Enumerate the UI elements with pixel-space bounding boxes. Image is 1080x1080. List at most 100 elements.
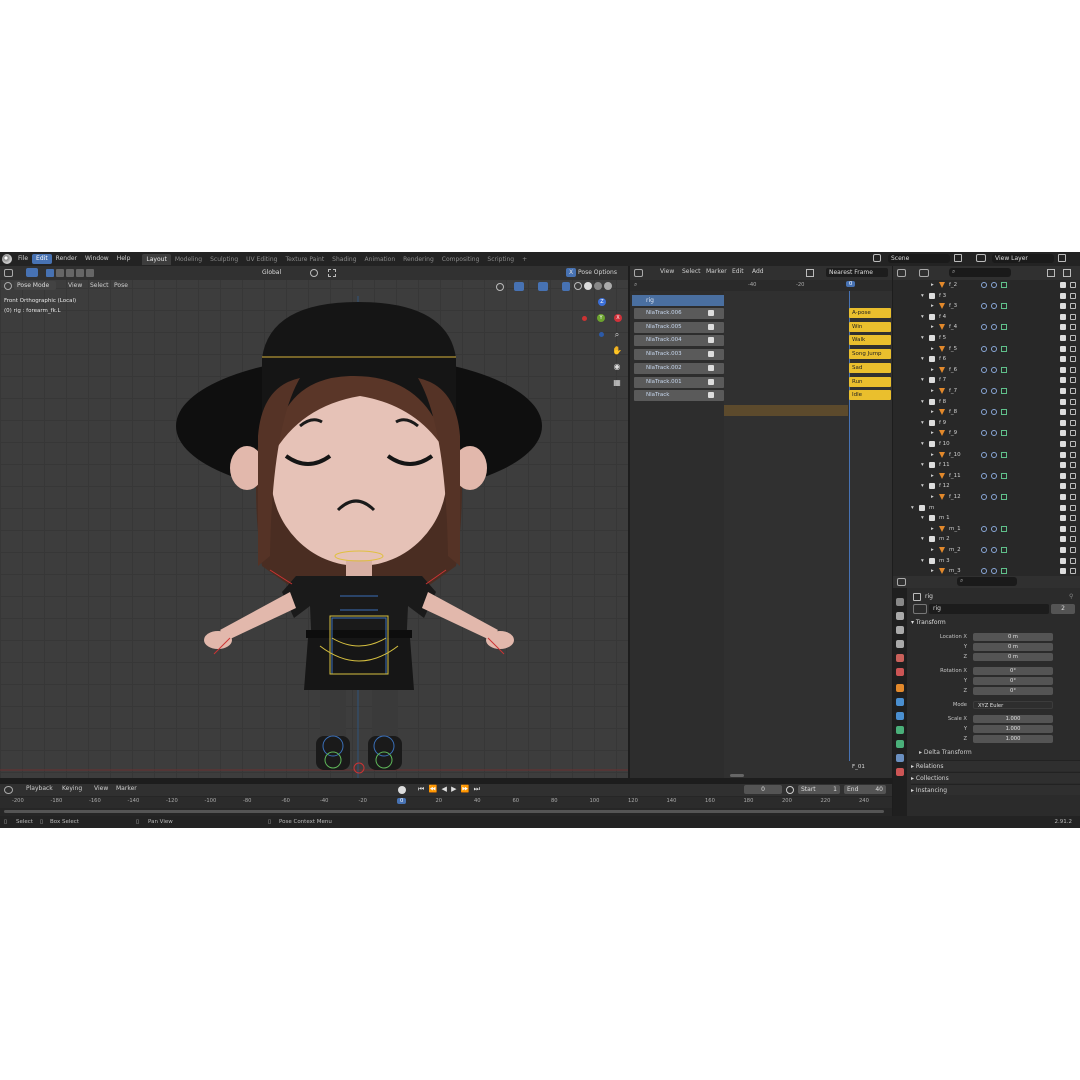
outliner-row[interactable]: ▸ f_6 bbox=[893, 365, 1080, 376]
exclude-checkbox[interactable] bbox=[1060, 366, 1066, 373]
expand-icon[interactable]: ▾ bbox=[921, 439, 924, 450]
tab-layout[interactable]: Layout bbox=[142, 253, 171, 265]
outliner-row[interactable]: ▾ m 1 bbox=[893, 513, 1080, 524]
properties-editor-type-icon[interactable] bbox=[897, 578, 906, 586]
collapse-icon[interactable]: ▸ bbox=[931, 280, 934, 291]
exclude-checkbox[interactable] bbox=[1060, 525, 1066, 532]
outliner-row[interactable]: ▸ f_7 bbox=[893, 386, 1080, 397]
outliner-row[interactable]: ▾ m 2 bbox=[893, 534, 1080, 545]
render-visibility-icon[interactable] bbox=[1070, 462, 1076, 469]
outliner-row[interactable]: ▾ f 6 bbox=[893, 354, 1080, 365]
collapse-icon[interactable]: ▸ bbox=[931, 428, 934, 439]
record-icon[interactable] bbox=[398, 786, 406, 794]
physics-tab-icon[interactable] bbox=[896, 726, 904, 734]
render-visibility-icon[interactable] bbox=[1070, 451, 1076, 458]
data-tab-icon[interactable] bbox=[896, 754, 904, 762]
scale-z-field[interactable]: 1.000 bbox=[973, 735, 1053, 743]
render-visibility-icon[interactable] bbox=[1070, 525, 1076, 532]
pin-icon[interactable]: ⚲ bbox=[1069, 593, 1073, 600]
3d-viewport[interactable]: Global X Pose Options Pose Mode View Sel… bbox=[0, 266, 628, 778]
tab-uv-editing[interactable]: UV Editing bbox=[242, 254, 281, 265]
instancing-panel[interactable]: ▸ Instancing bbox=[911, 784, 1080, 795]
nla-ruler[interactable]: -40 -20 0 bbox=[724, 280, 892, 291]
expand-icon[interactable]: ▾ bbox=[921, 397, 924, 408]
start-frame-field[interactable]: Start 1 bbox=[798, 785, 840, 794]
render-visibility-icon[interactable] bbox=[1070, 324, 1076, 331]
outliner-row[interactable]: ▸ f_10 bbox=[893, 450, 1080, 461]
world-tab-icon[interactable] bbox=[896, 668, 904, 676]
exclude-checkbox[interactable] bbox=[1060, 377, 1066, 384]
nla-track[interactable]: NlaTrack.006 bbox=[634, 308, 724, 319]
render-visibility-icon[interactable] bbox=[1070, 504, 1076, 511]
outliner-row[interactable]: ▸ f_5 bbox=[893, 344, 1080, 355]
collapse-icon[interactable]: ▸ bbox=[931, 344, 934, 355]
collapse-icon[interactable]: ▸ bbox=[931, 407, 934, 418]
expand-icon[interactable]: ▾ bbox=[921, 312, 924, 323]
collapse-icon[interactable]: ▸ bbox=[931, 365, 934, 376]
add-workspace-button[interactable]: + bbox=[518, 254, 531, 265]
render-visibility-icon[interactable] bbox=[1070, 303, 1076, 310]
scene-field[interactable]: Scene bbox=[888, 254, 950, 263]
expand-icon[interactable]: ▾ bbox=[921, 291, 924, 302]
nla-rig-channel[interactable]: rig bbox=[632, 295, 724, 306]
render-tab-icon[interactable] bbox=[896, 612, 904, 620]
character-model[interactable] bbox=[0, 266, 628, 778]
exclude-checkbox[interactable] bbox=[1060, 494, 1066, 500]
outliner-row[interactable]: ▾ f 5 bbox=[893, 333, 1080, 344]
location-x-field[interactable]: 0 m bbox=[973, 633, 1053, 641]
current-frame-field[interactable]: 0 bbox=[744, 785, 782, 794]
exclude-checkbox[interactable] bbox=[1060, 303, 1066, 310]
exclude-checkbox[interactable] bbox=[1060, 483, 1066, 490]
nla-track[interactable]: NlaTrack.002 bbox=[634, 362, 724, 374]
tab-scripting[interactable]: Scripting bbox=[483, 254, 518, 265]
tab-modeling[interactable]: Modeling bbox=[171, 254, 206, 265]
outliner-row[interactable]: ▾ f 9 bbox=[893, 418, 1080, 429]
new-collection-icon[interactable] bbox=[1063, 269, 1071, 277]
outliner-row[interactable]: ▾ m 3 bbox=[893, 556, 1080, 567]
render-visibility-icon[interactable] bbox=[1070, 547, 1076, 553]
timeline[interactable]: Playback Keying View Marker ⏮ ⏪ ◀ ▶ ⏩ ⏭ … bbox=[0, 784, 892, 816]
exclude-checkbox[interactable] bbox=[1060, 335, 1066, 341]
snap-select[interactable]: Nearest Frame bbox=[826, 268, 888, 277]
tab-rendering[interactable]: Rendering bbox=[399, 254, 438, 265]
menu-help[interactable]: Help bbox=[113, 254, 135, 264]
outliner-row[interactable]: ▸ m_1 bbox=[893, 524, 1080, 535]
users-count[interactable]: 2 bbox=[1051, 604, 1075, 614]
track-checkbox[interactable] bbox=[708, 310, 714, 316]
properties-search[interactable]: ⌕ bbox=[957, 577, 1017, 586]
collapse-icon[interactable]: ▸ bbox=[931, 471, 934, 482]
scale-y-field[interactable]: 1.000 bbox=[973, 725, 1053, 733]
render-visibility-icon[interactable] bbox=[1070, 282, 1076, 288]
nla-editor[interactable]: View Select Marker Edit Add Nearest Fram… bbox=[630, 266, 892, 778]
render-visibility-icon[interactable] bbox=[1070, 483, 1076, 490]
nla-strip[interactable]: Win bbox=[849, 321, 891, 332]
nla-strip[interactable]: Song Jump bbox=[849, 349, 891, 360]
nla-menu-marker[interactable]: Marker bbox=[702, 268, 731, 275]
nla-editor-type-icon[interactable] bbox=[634, 269, 643, 277]
delta-transform-panel[interactable]: ▸ Delta Transform bbox=[919, 748, 1069, 757]
view-layer-field[interactable]: View Layer bbox=[992, 254, 1054, 263]
tab-compositing[interactable]: Compositing bbox=[438, 254, 484, 265]
render-visibility-icon[interactable] bbox=[1070, 515, 1076, 522]
end-frame-field[interactable]: End 40 bbox=[844, 785, 886, 794]
track-checkbox[interactable] bbox=[708, 351, 714, 358]
clock-icon[interactable] bbox=[786, 786, 794, 794]
nla-track[interactable]: NlaTrack.003 bbox=[634, 349, 724, 361]
tab-sculpting[interactable]: Sculpting bbox=[206, 254, 242, 265]
outliner-row[interactable]: ▾ f 10 bbox=[893, 439, 1080, 450]
new-scene-icon[interactable] bbox=[954, 254, 962, 262]
expand-icon[interactable]: ▾ bbox=[921, 534, 924, 545]
exclude-checkbox[interactable] bbox=[1060, 451, 1066, 458]
data-browse-icon[interactable] bbox=[913, 604, 927, 614]
particles-tab-icon[interactable] bbox=[896, 712, 904, 720]
render-visibility-icon[interactable] bbox=[1070, 472, 1076, 479]
timeline-ruler[interactable]: -200 -180 -160 -140 -120 -100 -80 -60 -40 -20 0 20 4… bbox=[0, 797, 892, 808]
render-visibility-icon[interactable] bbox=[1070, 536, 1076, 543]
render-visibility-icon[interactable] bbox=[1070, 409, 1076, 416]
outliner-row[interactable]: ▸ f_3 bbox=[893, 301, 1080, 312]
nla-track[interactable]: NlaTrack bbox=[634, 390, 724, 402]
outliner-row[interactable]: ▾ f 12 bbox=[893, 481, 1080, 492]
nla-strip[interactable]: Walk bbox=[849, 335, 891, 346]
render-visibility-icon[interactable] bbox=[1070, 377, 1076, 384]
object-tab-icon[interactable] bbox=[896, 684, 904, 692]
